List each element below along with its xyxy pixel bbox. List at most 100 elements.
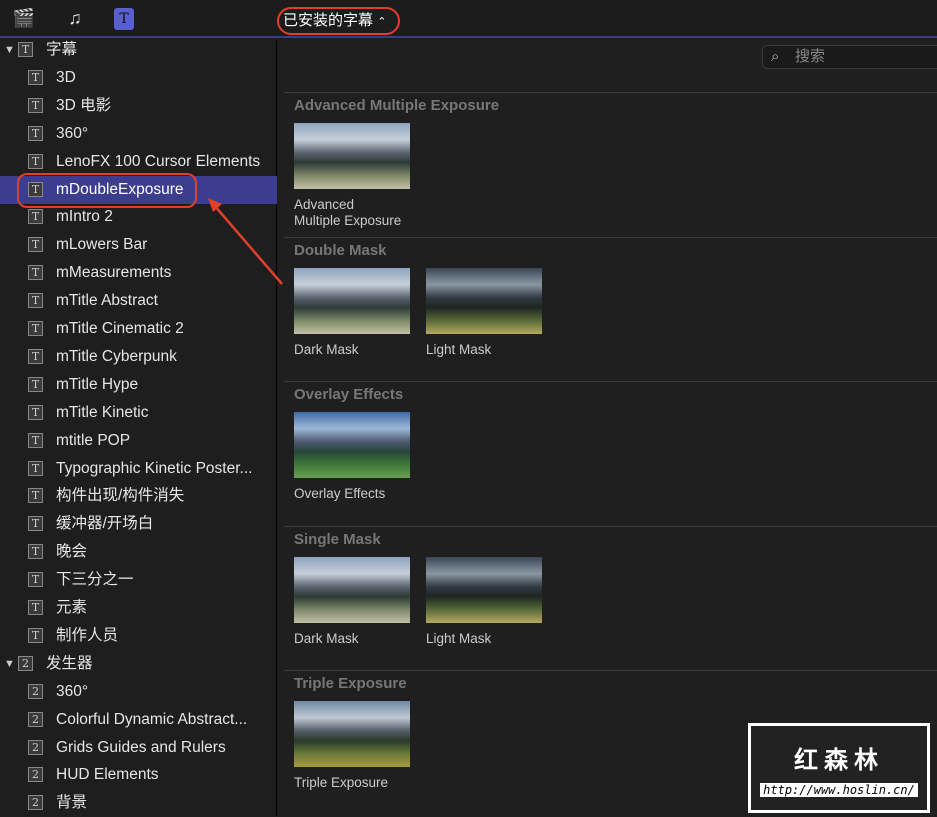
sidebar-item-label: mTitle Hype xyxy=(56,375,139,393)
disclosure-triangle-icon[interactable]: ▼ xyxy=(4,36,15,64)
effect-thumbnail[interactable] xyxy=(294,267,410,334)
effect-label: Light Mask xyxy=(426,341,492,357)
section-header: Advanced Multiple Exposure xyxy=(294,97,500,114)
sidebar-item[interactable]: Tmtitle POP xyxy=(0,427,277,455)
sidebar-item[interactable]: T 元素 xyxy=(0,594,277,622)
section-divider xyxy=(284,670,937,671)
sidebar-item[interactable]: T LenoFX 100 Cursor Elements xyxy=(0,148,277,176)
sidebar-item[interactable]: 2 Grids Guides and Rulers xyxy=(0,734,277,762)
sidebar-item-label: 3D 电影 xyxy=(56,96,112,114)
generator-icon: 2 xyxy=(28,767,43,783)
sidebar-item-label: HUD Elements xyxy=(56,766,159,784)
sidebar-item-label: Grids Guides and Rulers xyxy=(56,738,226,756)
sidebar-item[interactable]: TmTitle Cinematic 2 xyxy=(0,315,277,343)
title-icon: T xyxy=(28,348,43,364)
effect-thumbnail[interactable] xyxy=(294,412,410,478)
title-icon: T xyxy=(28,432,43,448)
sidebar-item-label: mTitle Kinetic xyxy=(56,403,149,421)
sidebar-item-label: LenoFX 100 Cursor Elements xyxy=(56,152,261,170)
titles-icon[interactable]: T xyxy=(114,8,134,30)
chevron-updown-icon: ⌃ xyxy=(377,16,387,28)
effect-label: Dark Mask xyxy=(294,341,359,357)
sidebar-item-label: mTitle Cyberpunk xyxy=(56,347,177,365)
popup-label: 已安装的字幕 xyxy=(283,12,374,29)
section-divider xyxy=(284,236,937,238)
sidebar-item[interactable]: T 3D 电影 xyxy=(0,92,277,120)
effect-thumbnail[interactable] xyxy=(426,267,542,334)
sidebar-item[interactable]: T 3D xyxy=(0,64,277,92)
effect-label: Dark Mask xyxy=(294,630,359,646)
title-icon: T xyxy=(28,69,43,85)
sidebar-item[interactable]: TmTitle Hype xyxy=(0,371,277,399)
sidebar-item-label: mMeasurements xyxy=(56,264,172,282)
sidebar-group-1[interactable]: ▼ 2 发生器 xyxy=(0,650,277,678)
sidebar-item[interactable]: 2 HUD Elements xyxy=(0,761,277,789)
title-icon: T xyxy=(18,42,33,57)
sidebar-item[interactable]: TmLowers Bar xyxy=(0,231,277,259)
effect-label: Triple Exposure xyxy=(294,775,389,790)
search-icon: ⌕ xyxy=(771,48,780,65)
section-divider xyxy=(284,92,937,93)
title-icon: T xyxy=(28,293,43,309)
generator-icon: 2 xyxy=(28,795,43,811)
sidebar: ▼ T 字幕 T 3D T 3D 电影 T 360° T LenoFX 100 Cursor Ele… xyxy=(0,40,277,816)
section-header: Overlay Effects xyxy=(294,386,404,403)
sidebar-item[interactable]: TmTitle Kinetic xyxy=(0,399,277,427)
section-divider xyxy=(284,381,937,382)
search-placeholder: 搜索 xyxy=(795,48,826,65)
title-icon: T xyxy=(28,125,43,141)
effect-label: Overlay Effects xyxy=(294,486,386,501)
sidebar-group-0[interactable]: ▼ T 字幕 xyxy=(0,36,277,64)
sidebar-item-label: 下三分之一 xyxy=(56,571,134,589)
browser-filter-popup[interactable]: 已安装的字幕 ⌃ xyxy=(277,7,400,35)
search-input[interactable]: ⌕ 搜索 xyxy=(762,45,937,69)
sidebar-item-label: mLowers Bar xyxy=(56,236,148,254)
title-icon: T xyxy=(28,460,43,476)
effect-thumbnail[interactable] xyxy=(426,556,542,623)
title-icon: T xyxy=(28,376,43,392)
sidebar-item-label: 360° xyxy=(56,682,89,700)
sidebar-item[interactable]: T Typographic Kinetic Poster... xyxy=(0,455,277,483)
title-icon: T xyxy=(28,516,43,532)
effect-thumbnail[interactable] xyxy=(294,123,410,189)
sidebar-item[interactable]: 2 360° xyxy=(0,678,277,706)
title-icon: T xyxy=(28,321,43,336)
effect-thumbnail[interactable] xyxy=(294,701,410,767)
generator-icon: 2 xyxy=(28,739,43,755)
disclosure-triangle-icon[interactable]: ▼ xyxy=(4,650,15,678)
sidebar-item[interactable]: T 晚会 xyxy=(0,538,277,566)
title-icon: T xyxy=(28,97,43,113)
sidebar-item-label: 背景 xyxy=(56,794,88,812)
sidebar-item-label: 360° xyxy=(56,124,89,142)
music-photo-icon[interactable]: ♫ xyxy=(63,8,87,30)
sidebar-item[interactable]: T 缓冲器/开场白 xyxy=(0,510,277,538)
sidebar-item[interactable]: 2 Colorful Dynamic Abstract... xyxy=(0,706,277,734)
sidebar-item-label: mTitle Abstract xyxy=(56,292,158,310)
sidebar-item[interactable]: T 下三分之一 xyxy=(0,566,277,594)
sidebar-item[interactable]: T 构件出现/构件消失 xyxy=(0,482,277,510)
watermark-url: http://www.hoslin.cn/ xyxy=(760,783,918,797)
title-icon: T xyxy=(28,572,43,588)
sidebar-item-label: 元素 xyxy=(56,599,88,616)
sidebar-item-label: 3D xyxy=(56,68,76,86)
title-icon: T xyxy=(28,153,43,169)
sidebar-item[interactable]: T 制作人员 xyxy=(0,622,277,650)
effect-thumbnail[interactable] xyxy=(294,556,410,623)
section-header: Single Mask xyxy=(294,530,381,548)
title-icon: T xyxy=(28,209,43,225)
sidebar-item[interactable]: TmMeasurements xyxy=(0,259,277,287)
sidebar-item-label: mTitle Cinematic 2 xyxy=(56,320,184,337)
sidebar-item[interactable]: T 360° xyxy=(0,120,277,148)
sidebar-item[interactable]: TmTitle Cyberpunk xyxy=(0,343,277,371)
watermark-title: 红森林 xyxy=(794,747,884,774)
highlight-ring xyxy=(17,173,197,208)
sidebar-item[interactable]: 2 背景 xyxy=(0,789,277,817)
sidebar-item-label: 构件出现/构件消失 xyxy=(56,487,185,505)
sidebar-item-label: Typographic Kinetic Poster... xyxy=(56,459,253,477)
sidebar-item-label: Colorful Dynamic Abstract... xyxy=(56,710,248,728)
generator-icon: 2 xyxy=(28,711,43,727)
toolbar: 🎬 ♫ T 已安装的字幕 ⌃ xyxy=(0,0,937,38)
sidebar-item[interactable]: TmTitle Abstract xyxy=(0,287,277,315)
title-icon: T xyxy=(28,237,43,253)
clapper-star-icon[interactable]: 🎬 xyxy=(12,8,36,30)
